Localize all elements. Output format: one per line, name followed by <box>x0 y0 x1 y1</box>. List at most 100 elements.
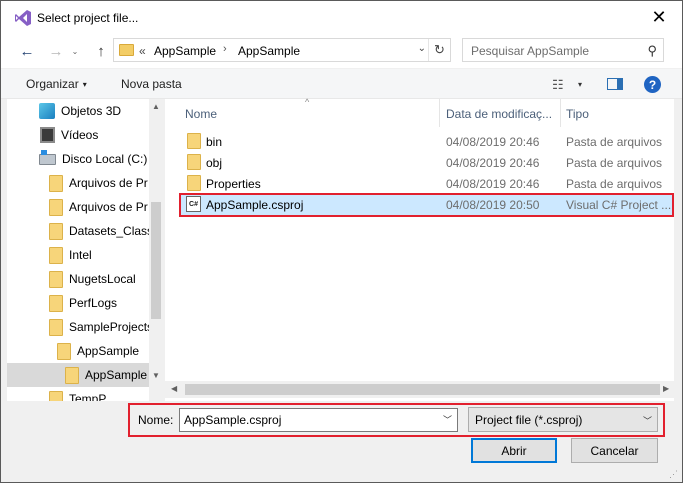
forward-button[interactable]: → <box>46 41 66 61</box>
tree-item-folder[interactable]: Arquivos de Pr <box>7 195 149 219</box>
column-divider[interactable] <box>560 99 561 127</box>
file-list-horizontal-scrollbar[interactable]: ◀ ▶ <box>165 381 674 398</box>
file-type: Pasta de arquivos <box>566 135 663 149</box>
file-type-filter-select[interactable]: Project file (*.csproj) ﹀ <box>468 407 658 432</box>
preview-pane-icon[interactable] <box>607 78 623 90</box>
back-button[interactable]: ← <box>17 41 37 61</box>
folder-icon <box>119 44 134 56</box>
tree-item-folder[interactable]: Arquivos de Pr <box>7 171 149 195</box>
file-type: Visual C# Project ... <box>566 198 672 212</box>
tree-item-folder[interactable]: NugetsLocal <box>7 267 149 291</box>
tree-item-label: Disco Local (C:) <box>62 152 148 166</box>
folder-icon <box>49 294 63 312</box>
breadcrumb-appsample[interactable]: AppSample <box>238 44 300 58</box>
chevron-down-icon: ﹀ <box>642 416 652 426</box>
folder-icon <box>187 133 201 149</box>
tree-item-label: Intel <box>69 248 92 262</box>
scroll-left-icon[interactable]: ◀ <box>171 384 177 393</box>
tree-item-folder[interactable]: AppSample <box>7 339 149 363</box>
file-date: 04/08/2019 20:46 <box>446 135 540 149</box>
new-folder-label: Nova pasta <box>121 77 182 91</box>
file-name-label: Nome: <box>138 413 174 427</box>
tree-item-3d-objects[interactable]: Objetos 3D <box>7 99 149 123</box>
tree-scrollbar[interactable]: ▲ ▼ <box>149 99 163 401</box>
scroll-up-icon[interactable]: ▲ <box>152 102 160 111</box>
open-button[interactable]: Abrir <box>471 438 557 463</box>
address-overflow[interactable]: « <box>139 44 146 58</box>
file-list-right-edge <box>674 99 682 398</box>
close-icon: ✕ <box>651 7 667 27</box>
file-name-dropdown-icon[interactable]: ﹀ <box>443 413 452 426</box>
column-divider[interactable] <box>439 99 440 127</box>
cancel-button-label: Cancelar <box>590 443 639 458</box>
tree-item-folder[interactable]: SampleProjects <box>7 315 149 339</box>
address-bar[interactable]: « AppSample › AppSample ⌄ ↻ <box>113 38 451 62</box>
file-row-obj[interactable]: obj 04/08/2019 20:46 Pasta de arquivos <box>179 152 674 173</box>
arrow-left-icon: ← <box>19 42 35 60</box>
view-options-icon[interactable]: ☷ <box>552 77 564 93</box>
window-title: Select project file... <box>37 11 139 25</box>
file-row-appsample-csproj[interactable]: C# AppSample.csproj 04/08/2019 20:50 Vis… <box>179 194 674 215</box>
folder-icon <box>49 222 63 240</box>
column-header-name[interactable]: Nome <box>185 99 217 127</box>
scroll-down-icon[interactable]: ▼ <box>152 371 160 380</box>
address-dropdown-icon[interactable]: ⌄ <box>418 43 426 54</box>
search-placeholder[interactable]: Pesquisar AppSample <box>471 44 589 58</box>
tree-item-folder[interactable]: TempP <box>7 387 149 401</box>
file-row-properties[interactable]: Properties 04/08/2019 20:46 Pasta de arq… <box>179 173 674 194</box>
view-dropdown-icon[interactable]: ▾ <box>578 80 582 89</box>
file-name: obj <box>206 156 223 170</box>
horizontal-scroll-thumb[interactable] <box>185 384 660 395</box>
tree-item-label: Arquivos de Pr <box>69 200 148 214</box>
file-row-bin[interactable]: bin 04/08/2019 20:46 Pasta de arquivos <box>179 131 674 152</box>
cancel-button[interactable]: Cancelar <box>571 438 658 463</box>
breadcrumb-appsample-parent[interactable]: AppSample <box>154 44 216 58</box>
folder-icon <box>49 174 63 192</box>
recent-locations-button[interactable]: ⌄ <box>69 41 81 61</box>
column-date-label: Data de modificaç... <box>446 107 553 121</box>
column-type-label: Tipo <box>566 107 589 121</box>
title-bar: Select project file... ✕ <box>1 1 682 34</box>
arrow-up-icon: ↑ <box>97 42 105 60</box>
tree-scroll-thumb[interactable] <box>151 202 161 319</box>
tree-item-label: NugetsLocal <box>69 272 136 286</box>
videos-icon <box>40 127 55 143</box>
column-name-label: Nome <box>185 107 218 121</box>
organize-button[interactable]: Organizar ▾ <box>26 77 87 91</box>
arrow-right-icon: → <box>48 42 64 60</box>
tree-item-label: Objetos 3D <box>61 104 122 118</box>
file-name-input[interactable] <box>179 408 458 432</box>
new-folder-button[interactable]: Nova pasta <box>121 77 182 91</box>
resize-grip-icon[interactable]: ⋰ <box>669 469 679 479</box>
folder-icon <box>49 270 63 288</box>
visual-studio-icon <box>15 10 31 26</box>
column-header-date[interactable]: Data de modificaç... <box>446 99 552 127</box>
search-box[interactable]: Pesquisar AppSample ⚲ <box>462 38 664 62</box>
help-icon[interactable]: ? <box>644 76 661 93</box>
file-name: AppSample.csproj <box>206 198 304 212</box>
up-folder-button[interactable]: ↑ <box>91 41 111 61</box>
file-type: Pasta de arquivos <box>566 156 663 170</box>
file-date: 04/08/2019 20:46 <box>446 156 540 170</box>
refresh-button[interactable]: ↻ <box>428 39 450 61</box>
folder-icon <box>187 175 201 191</box>
tree-item-folder-selected[interactable]: AppSample <box>7 363 149 387</box>
file-name: Properties <box>206 177 261 191</box>
tree-item-local-disk[interactable]: Disco Local (C:) <box>7 147 149 171</box>
breadcrumb-separator-icon[interactable]: › <box>223 43 227 55</box>
search-icon[interactable]: ⚲ <box>647 43 657 59</box>
file-type-filter-value: Project file (*.csproj) <box>475 413 583 427</box>
tree-item-label: PerfLogs <box>69 296 118 310</box>
folder-icon <box>187 154 201 170</box>
tree-item-folder[interactable]: PerfLogs <box>7 291 149 315</box>
file-type: Pasta de arquivos <box>566 177 663 191</box>
column-header-type[interactable]: Tipo <box>566 99 589 127</box>
scroll-right-icon[interactable]: ▶ <box>663 384 669 393</box>
3d-objects-icon <box>39 103 55 119</box>
tree-item-folder[interactable]: Intel <box>7 243 149 267</box>
close-button[interactable]: ✕ <box>636 1 682 34</box>
tree-item-folder[interactable]: Datasets_Classi <box>7 219 149 243</box>
tree-item-videos[interactable]: Vídeos <box>7 123 149 147</box>
organize-label: Organizar <box>26 77 79 91</box>
tree-item-label: Arquivos de Pr <box>69 176 148 190</box>
